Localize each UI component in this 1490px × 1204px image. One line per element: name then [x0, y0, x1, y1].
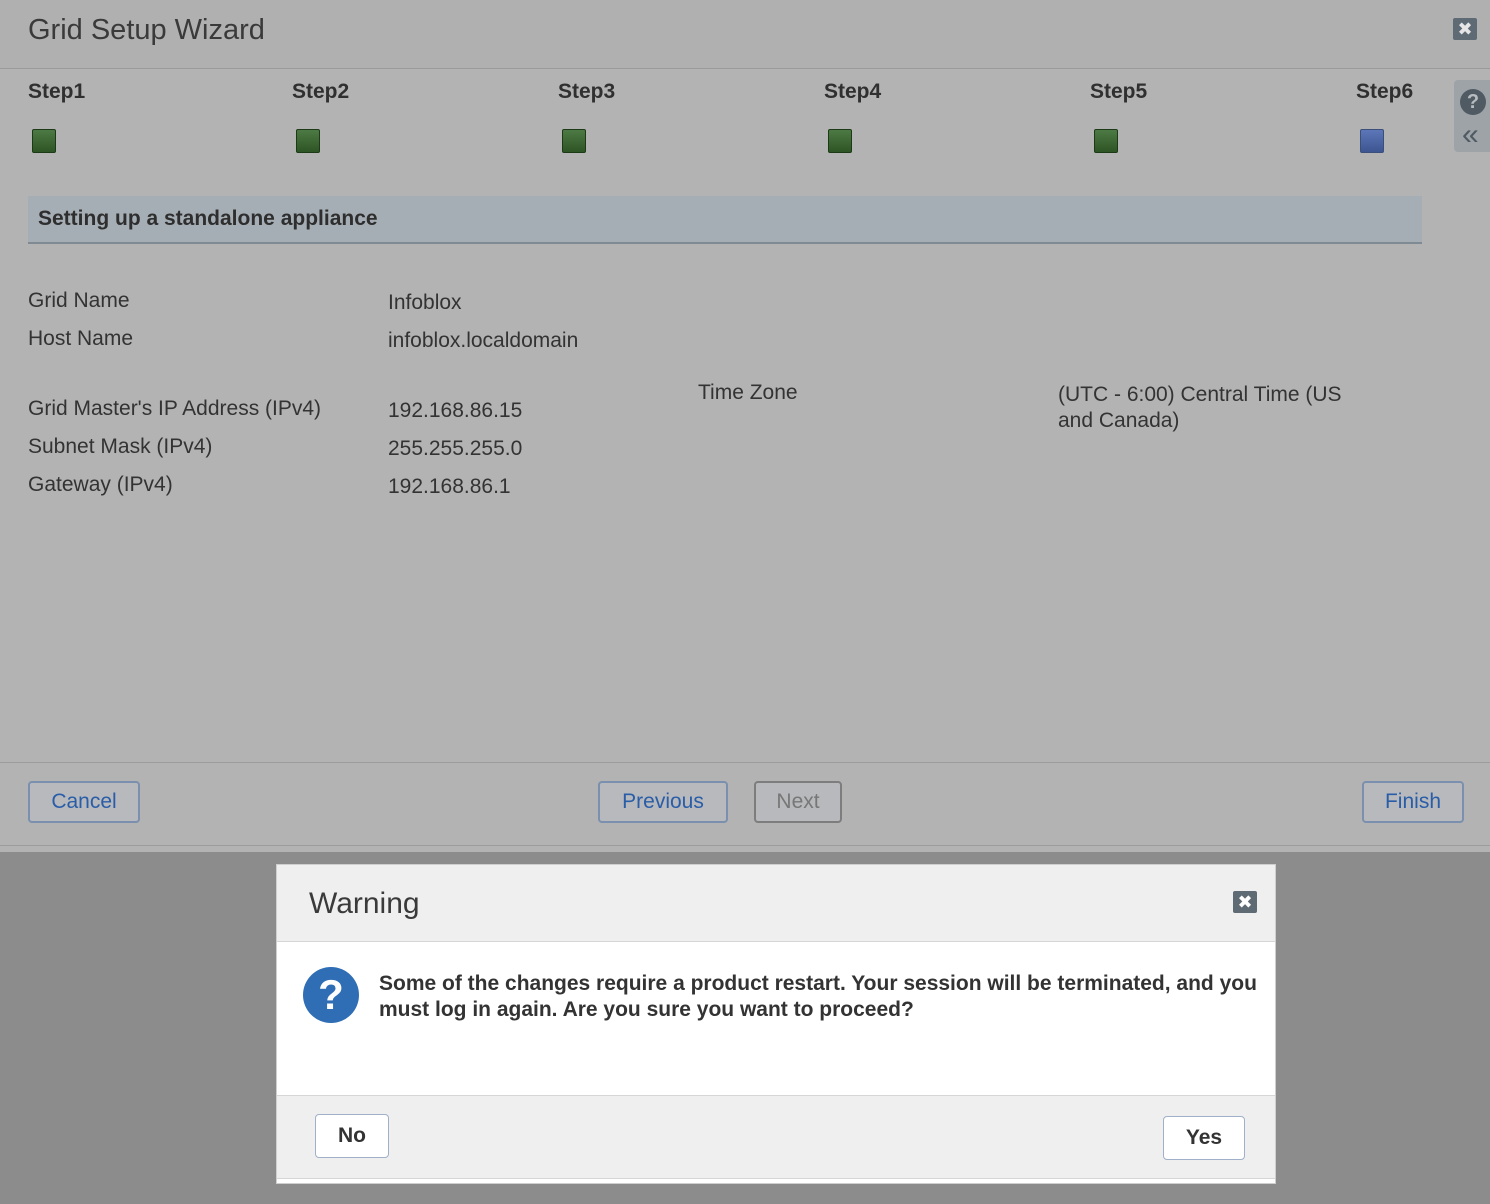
- subnet-mask-label: Subnet Mask (IPv4): [28, 435, 213, 458]
- wizard-title: Grid Setup Wizard: [28, 14, 265, 46]
- section-header: Setting up a standalone appliance: [28, 196, 1422, 244]
- previous-button[interactable]: Previous: [598, 781, 728, 823]
- step-current-indicator: [1360, 129, 1384, 153]
- step-label: Step6: [1356, 80, 1414, 103]
- step-5: Step5: [1090, 80, 1210, 153]
- grid-name-label: Grid Name: [28, 289, 130, 312]
- finish-button[interactable]: Finish: [1362, 781, 1464, 823]
- question-icon: ?: [303, 967, 359, 1023]
- time-zone-label: Time Zone: [698, 381, 798, 404]
- step-3: Step3: [558, 80, 678, 153]
- cancel-button[interactable]: Cancel: [28, 781, 140, 823]
- step-label: Step4: [824, 80, 882, 103]
- subnet-mask-value: 255.255.255.0: [388, 437, 523, 460]
- dialog-message: Some of the changes require a product re…: [379, 972, 1257, 1021]
- step-complete-indicator: [562, 129, 586, 153]
- step-label: Step2: [292, 80, 350, 103]
- dialog-header: Warning ✖: [277, 865, 1275, 942]
- step-4: Step4: [824, 80, 944, 153]
- step-complete-indicator: [1094, 129, 1118, 153]
- step-1: Step1: [28, 80, 148, 153]
- section-title: Setting up a standalone appliance: [38, 207, 378, 230]
- wizard-header: Grid Setup Wizard ✖: [0, 0, 1490, 69]
- collapse-icon[interactable]: «: [1462, 120, 1479, 150]
- step-6: Step6: [1356, 80, 1476, 153]
- step-label: Step5: [1090, 80, 1148, 103]
- grid-name-value: Infoblox: [388, 291, 462, 314]
- dialog-title: Warning: [309, 887, 420, 920]
- time-zone-value: (UTC - 6:00) Central Time (US and Canada…: [1058, 383, 1342, 432]
- step-label: Step1: [28, 80, 86, 103]
- next-button[interactable]: Next: [754, 781, 842, 823]
- dialog-close-icon[interactable]: ✖: [1233, 891, 1257, 913]
- step-complete-indicator: [828, 129, 852, 153]
- host-name-value: infoblox.localdomain: [388, 329, 579, 352]
- grid-setup-wizard: Grid Setup Wizard ✖ ? « Step1 Step2 Step…: [0, 0, 1490, 852]
- warning-dialog: Warning ✖ ? Some of the changes require …: [276, 864, 1276, 1184]
- yes-button[interactable]: Yes: [1163, 1116, 1245, 1160]
- ip-address-value: 192.168.86.15: [388, 399, 523, 422]
- wizard-footer: Cancel Previous Next Finish: [0, 762, 1490, 846]
- no-button[interactable]: No: [315, 1114, 389, 1158]
- gateway-label: Gateway (IPv4): [28, 473, 173, 496]
- step-label: Step3: [558, 80, 616, 103]
- step-2: Step2: [292, 80, 412, 153]
- step-complete-indicator: [32, 129, 56, 153]
- host-name-label: Host Name: [28, 327, 134, 350]
- gateway-value: 192.168.86.1: [388, 475, 511, 498]
- step-complete-indicator: [296, 129, 320, 153]
- ip-address-label: Grid Master's IP Address (IPv4): [28, 397, 322, 420]
- dialog-footer: No Yes: [277, 1095, 1275, 1179]
- wizard-close-icon[interactable]: ✖: [1453, 18, 1477, 40]
